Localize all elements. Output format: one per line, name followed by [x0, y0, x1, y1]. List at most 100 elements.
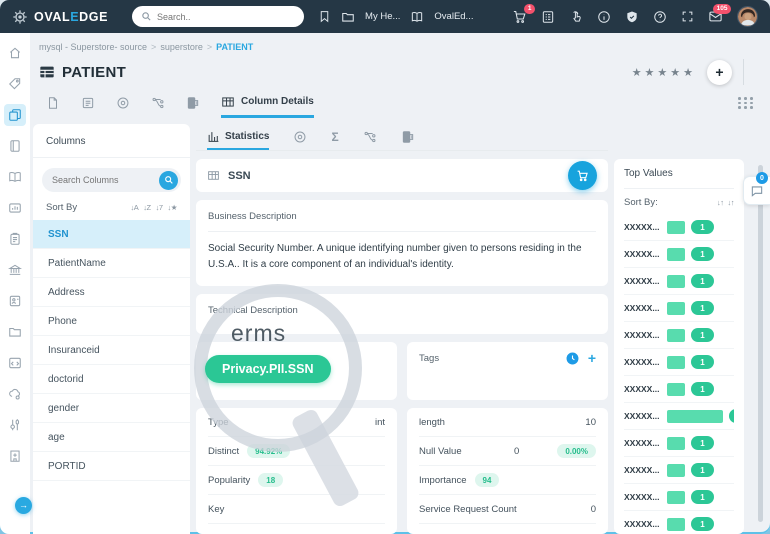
breadcrumb-source[interactable]: mysql - Superstore- source — [39, 42, 147, 52]
chat-tab[interactable]: 0 — [743, 172, 770, 205]
column-item[interactable]: age — [33, 423, 190, 452]
top-value-row[interactable]: XXXXX... 1 — [624, 268, 734, 295]
top-value-row[interactable]: XXXXX... 1 — [624, 511, 734, 534]
terms-tag-pill[interactable]: Privacy.PII.SSN — [205, 355, 331, 383]
sort-rating-icon[interactable]: ↓★ — [168, 203, 178, 212]
business-description-card: Business Description Social Security Num… — [196, 200, 608, 286]
rail-home-icon[interactable] — [4, 42, 26, 64]
column-item[interactable]: Address — [33, 278, 190, 307]
rail-tags-icon[interactable] — [4, 73, 26, 95]
add-tag-button[interactable]: + — [588, 351, 596, 365]
gear-logo-icon — [12, 9, 28, 25]
user-avatar[interactable] — [737, 6, 758, 27]
column-item[interactable]: gender — [33, 394, 190, 423]
touch-icon[interactable] — [569, 10, 583, 24]
tab-statistics[interactable]: Statistics — [207, 124, 270, 150]
stat-data-icon[interactable] — [401, 130, 415, 144]
columns-sort-row: Sort By ↓A ↓Z ↓7 ↓★ — [46, 202, 178, 213]
ovaledge-link[interactable]: OvalEd... — [434, 11, 473, 22]
column-item[interactable]: doctorid — [33, 365, 190, 394]
stats-card-left: Type int Distinct 94.92% Popularity 18 Key … — [196, 408, 397, 534]
column-item-ssn[interactable]: SSN — [33, 220, 190, 249]
rating-stars[interactable]: ★★★★★ — [632, 66, 696, 79]
columns-search[interactable] — [42, 168, 181, 192]
rail-badge-icon[interactable] — [4, 290, 26, 312]
stat-relationship-icon[interactable] — [363, 130, 377, 144]
top-value-row[interactable]: XXXXX... 1 — [624, 322, 734, 349]
rail-settings-icon[interactable] — [4, 414, 26, 436]
top-value-row[interactable]: XXXXX... 1 — [624, 295, 734, 322]
tab-notes-icon[interactable] — [81, 96, 95, 110]
panels: Columns Sort By ↓A ↓Z ↓7 ↓★ — [33, 124, 770, 534]
stat-row: Key — [208, 495, 385, 524]
expand-icon[interactable] — [681, 10, 694, 23]
vertical-scrollbar[interactable] — [758, 165, 763, 522]
rail-jobs-icon[interactable] — [4, 383, 26, 405]
column-item[interactable]: PatientName — [33, 249, 190, 278]
book-icon[interactable] — [410, 10, 424, 24]
top-links: My He... OvalEd... — [318, 10, 473, 24]
sort-asc-icon[interactable]: ↓↑ — [717, 198, 724, 207]
tasks-icon[interactable] — [541, 10, 555, 24]
rail-projects-icon[interactable] — [4, 228, 26, 250]
tab-data-icon[interactable] — [186, 96, 200, 110]
top-value-row[interactable]: XXXXX... 1 — [624, 484, 734, 511]
cart-icon[interactable]: 1 — [512, 4, 535, 24]
shield-icon[interactable] — [625, 10, 639, 24]
top-value-row[interactable]: XXXXX... 1 — [624, 349, 734, 376]
breadcrumb-schema[interactable]: superstore — [160, 42, 203, 52]
columns-search-button[interactable] — [159, 170, 178, 190]
global-search[interactable] — [132, 6, 305, 27]
sort-numeric-icon[interactable]: ↓7 — [156, 203, 163, 212]
top-value-row[interactable]: XXXXX... 1 — [624, 457, 734, 484]
sort-za-icon[interactable]: ↓Z — [143, 203, 151, 212]
folder-icon[interactable] — [341, 10, 355, 24]
bookmark-icon[interactable] — [318, 10, 331, 23]
global-search-input[interactable] — [157, 11, 296, 22]
rail-glossary-icon[interactable] — [4, 166, 26, 188]
breadcrumb-table[interactable]: PATIENT — [216, 42, 253, 52]
tab-summary-icon[interactable] — [46, 96, 60, 110]
rail-organization-icon[interactable] — [4, 445, 26, 467]
collapse-sidebar-button[interactable]: → — [15, 497, 32, 514]
tab-column-details[interactable]: Column Details — [221, 88, 314, 118]
value-count-badge: 4 — [729, 409, 734, 423]
add-button[interactable]: + — [707, 59, 732, 85]
column-item[interactable]: PORTID — [33, 452, 190, 481]
mail-icon[interactable]: 105 — [708, 4, 731, 24]
value-count-badge: 1 — [691, 490, 714, 504]
title-row: PATIENT ★★★★★ + — [33, 52, 770, 88]
rail-governance-icon[interactable] — [4, 259, 26, 281]
column-item[interactable]: Phone — [33, 307, 190, 336]
top-value-row[interactable]: XXXXX... 1 — [624, 214, 734, 241]
tab-lineage-icon[interactable] — [116, 96, 130, 110]
top-value-row[interactable]: XXXXX... 1 — [624, 376, 734, 403]
sort-az-icon[interactable]: ↓A — [130, 203, 138, 212]
rail-files-icon[interactable] — [4, 321, 26, 343]
rail-catalog-icon[interactable] — [4, 104, 26, 126]
top-value-row[interactable]: XXXXX...4 — [624, 403, 734, 430]
value-bar — [667, 301, 685, 315]
column-item[interactable]: Insuranceid — [33, 336, 190, 365]
top-value-row[interactable]: XXXXX... 1 — [624, 241, 734, 268]
stat-row: length 10 — [419, 408, 596, 437]
columns-search-input[interactable] — [52, 175, 144, 185]
ovaledge-logo[interactable]: OVALEDGE — [12, 9, 108, 25]
my-health-link[interactable]: My He... — [365, 11, 400, 22]
grid-menu-icon[interactable] — [738, 97, 754, 109]
sort-desc-icon[interactable]: ↓↑ — [728, 198, 735, 207]
help-icon[interactable] — [653, 10, 667, 24]
sigma-icon[interactable]: Σ — [331, 130, 338, 144]
business-description-text[interactable]: Social Security Number. A unique identif… — [208, 232, 596, 282]
stat-row: Nullable — [419, 524, 596, 534]
rail-notebook-icon[interactable] — [4, 135, 26, 157]
rail-reports-icon[interactable] — [4, 197, 26, 219]
rail-query-icon[interactable] — [4, 352, 26, 374]
info-icon[interactable] — [597, 10, 611, 24]
tab-relationship-icon[interactable] — [151, 96, 165, 110]
top-values-panel: Top Values Sort By: ↓↑ ↓↑ XXXXX... 1 XXXX… — [614, 159, 744, 534]
stat-lineage-icon[interactable] — [293, 130, 307, 144]
clock-icon[interactable] — [566, 352, 579, 365]
top-value-row[interactable]: XXXXX... 1 — [624, 430, 734, 457]
add-to-cart-button[interactable] — [568, 161, 597, 190]
